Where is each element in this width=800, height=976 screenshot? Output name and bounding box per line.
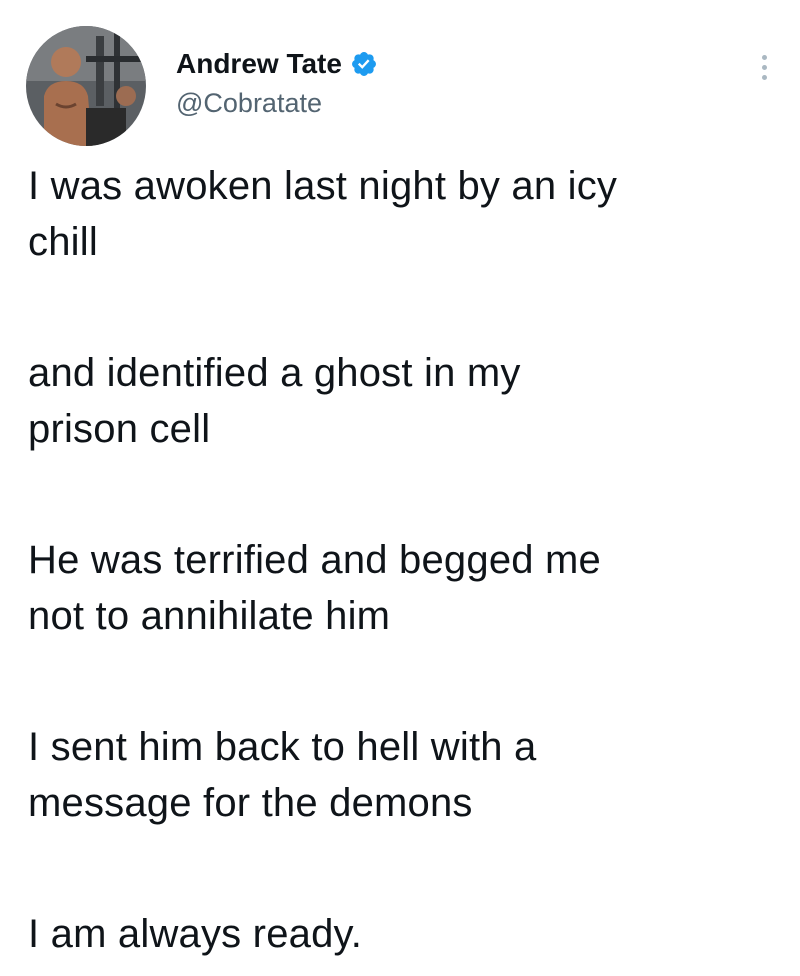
verified-badge-icon xyxy=(350,50,378,78)
more-dot xyxy=(761,75,767,80)
more-options-icon[interactable] xyxy=(754,50,774,90)
more-dot xyxy=(761,65,767,70)
author-handle[interactable]: @Cobratate xyxy=(176,88,378,119)
avatar[interactable] xyxy=(26,26,146,146)
name-row: Andrew Tate xyxy=(176,46,378,82)
display-name[interactable]: Andrew Tate xyxy=(176,48,342,80)
avatar-photo-icon xyxy=(26,26,146,146)
tweet-text: I was awoken last night by an icy chill … xyxy=(28,158,778,962)
tweet-paragraph: I was awoken last night by an icy chill xyxy=(28,164,618,264)
tweet-paragraph: I sent him back to hell with a message f… xyxy=(28,725,537,825)
tweet-card: Andrew Tate @Cobratate I was awoken last… xyxy=(0,0,800,976)
tweet-paragraph: I am always ready. xyxy=(28,912,363,956)
tweet-paragraph: He was terrified and begged me not to an… xyxy=(28,538,601,638)
author-identity: Andrew Tate @Cobratate xyxy=(176,46,378,119)
tweet-paragraph: and identified a ghost in my prison cell xyxy=(28,351,521,451)
more-dot xyxy=(761,55,767,60)
tweet-header: Andrew Tate @Cobratate xyxy=(26,26,774,146)
